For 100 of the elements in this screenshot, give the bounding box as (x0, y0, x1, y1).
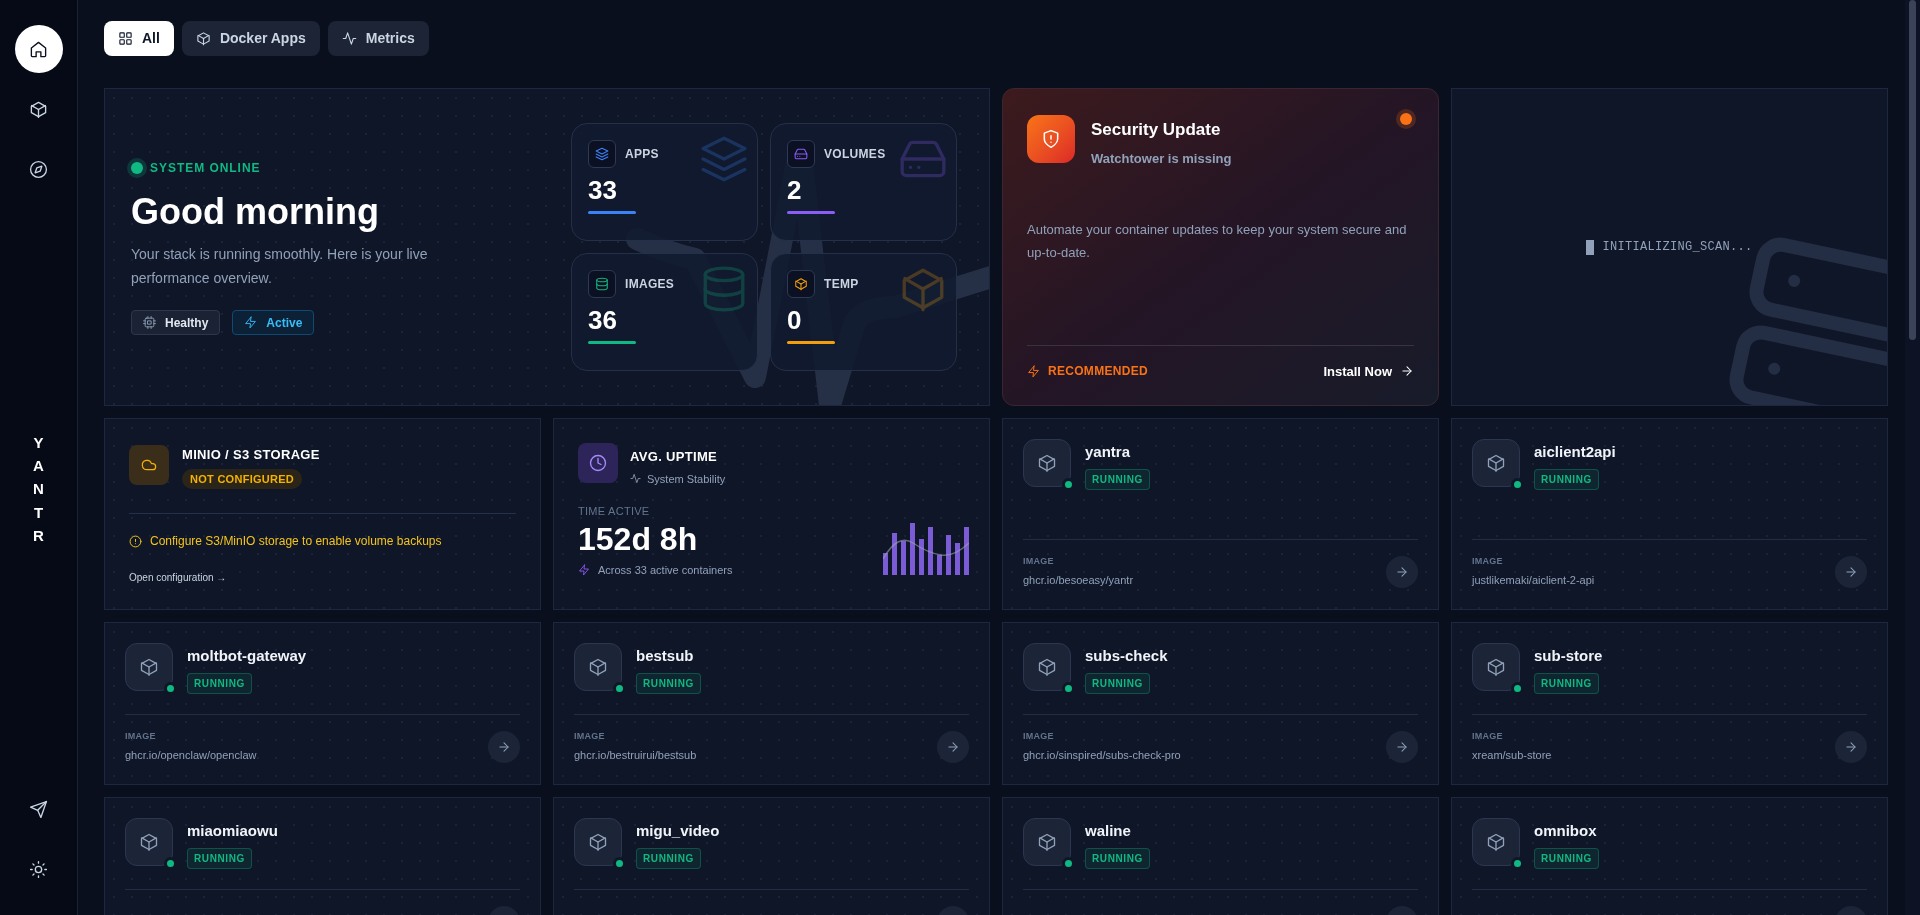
shield-alert-icon (1041, 129, 1061, 149)
stat-value: 2 (787, 174, 803, 206)
scan-status: INITIALIZING_SCAN... (1602, 239, 1753, 256)
home-icon (29, 39, 48, 59)
tab[interactable]: All (104, 21, 174, 56)
layers-icon (595, 147, 609, 161)
app-card[interactable]: yantra RUNNING IMAGE ghcr.io/besoeasy/yantr (1002, 418, 1439, 610)
cube-icon (1037, 832, 1057, 852)
cube-icon (588, 832, 608, 852)
app-name: miaomiaowu (187, 821, 278, 841)
status-badge: Active (232, 310, 315, 335)
image-label: IMAGE (1023, 729, 1055, 743)
cube-icon (588, 657, 608, 677)
scrollbar[interactable] (1905, 0, 1920, 915)
open-button[interactable] (1386, 555, 1418, 588)
app-name: bestsub (636, 646, 694, 666)
open-button[interactable] (1835, 555, 1867, 588)
status-badge: RUNNING (636, 847, 701, 869)
open-button[interactable] (1835, 730, 1867, 763)
app-card[interactable]: moltbot-gateway RUNNING IMAGE ghcr.io/openclaw/openclaw (104, 622, 541, 785)
cube-icon (1486, 832, 1506, 852)
cube-icon (139, 832, 159, 852)
image-label: IMAGE (125, 729, 157, 743)
app-name: migu_video (636, 821, 720, 841)
image-name: xream/sub-store (1472, 748, 1552, 763)
app-card[interactable]: bestsub RUNNING IMAGE ghcr.io/bestruirui/bestsub (553, 622, 990, 785)
cube-icon (195, 31, 211, 46)
status-badge: RUNNING (1085, 468, 1150, 490)
image-name: justlikemaki/aiclient-2-api (1472, 573, 1595, 588)
sun-icon (29, 859, 48, 879)
tab[interactable]: Metrics (327, 21, 429, 56)
image-name: ghcr.io/bestruirui/bestsub (574, 748, 697, 763)
image-name: ghcr.io/openclaw/openclaw (125, 748, 257, 763)
card-description: Automate your container updates to keep your system secure and up-to-date. (1027, 221, 1407, 262)
image-name: ghcr.io/besoeasy/yantr (1023, 573, 1134, 588)
open-button[interactable] (488, 730, 520, 763)
app-card[interactable]: migu_video RUNNING (553, 797, 990, 915)
send-icon (29, 799, 48, 819)
brand-logo: YANTR (32, 432, 45, 546)
lightning-icon (578, 563, 590, 576)
recommended-label: RECOMMENDED (1048, 363, 1148, 381)
greeting-title: Good morning (131, 190, 380, 234)
compass-icon (29, 159, 48, 179)
card-subtitle: System Stability (647, 471, 726, 487)
app-card[interactable]: subs-check RUNNING IMAGE ghcr.io/sinspired/subs-check-pro (1002, 622, 1439, 785)
stat-value: 33 (588, 174, 618, 206)
open-button[interactable] (1386, 730, 1418, 763)
app-card[interactable]: omnibox RUNNING (1451, 797, 1888, 915)
cube-icon (29, 99, 48, 119)
cube-icon (139, 657, 159, 677)
warning-icon (129, 534, 142, 548)
app-card[interactable]: waline RUNNING (1002, 797, 1439, 915)
app-name: subs-check (1085, 646, 1168, 666)
app-card[interactable]: aiclient2api RUNNING IMAGE justlikemaki/aiclient-2-api (1451, 418, 1888, 610)
status-badge: RUNNING (1534, 672, 1599, 694)
cursor-block (1586, 239, 1595, 255)
status-label: SYSTEM ONLINE (150, 160, 261, 177)
chip-icon (143, 316, 156, 329)
open-button[interactable] (937, 730, 969, 763)
card-title: Security Update (1091, 119, 1222, 141)
app-name: moltbot-gateway (187, 646, 307, 666)
status-badge: RUNNING (1534, 847, 1599, 869)
stat-label: TEMP (824, 276, 859, 293)
app-card[interactable]: miaomiaowu RUNNING (104, 797, 541, 915)
cube-icon (1037, 657, 1057, 677)
faint-layers-icon (699, 134, 749, 184)
uptime-value: 152d 8h (578, 519, 698, 558)
status-badge: RUNNING (187, 672, 252, 694)
card-title: MINIO / S3 STORAGE (182, 446, 320, 464)
app-name: aiclient2api (1534, 442, 1616, 462)
status-badge: NOT CONFIGURED (182, 468, 303, 489)
app-name: sub-store (1534, 646, 1603, 666)
install-link[interactable]: Install Now (1323, 361, 1414, 381)
nav-button[interactable] (14, 25, 63, 73)
lightning-icon (1027, 364, 1040, 378)
image-label: IMAGE (1472, 729, 1504, 743)
metric-label: TIME ACTIVE (578, 504, 650, 519)
status-badge: RUNNING (636, 672, 701, 694)
status-badge: Healthy (131, 310, 221, 335)
app-card[interactable]: sub-store RUNNING IMAGE xream/sub-store (1451, 622, 1888, 785)
cube-icon (1486, 657, 1506, 677)
arrow-right-icon (946, 739, 960, 754)
configuration-link[interactable]: Open configuration → (129, 570, 227, 585)
warning-text: Configure S3/MinIO storage to enable volume backups (150, 533, 442, 550)
stat-label: APPS (625, 146, 659, 163)
drive-icon (794, 147, 808, 161)
cloud-icon (141, 457, 157, 473)
stat-value: 0 (787, 304, 803, 336)
database-icon (595, 277, 609, 291)
activity-icon (630, 473, 641, 485)
card-subtitle: Watchtower is missing (1091, 149, 1232, 168)
cube-icon (794, 277, 808, 291)
status-badge: RUNNING (1534, 468, 1599, 490)
cube-icon (1486, 453, 1506, 473)
stat-label: IMAGES (625, 276, 675, 293)
app-name: waline (1085, 821, 1131, 841)
stat-label: VOLUMES (824, 146, 886, 163)
uptime-note: Across 33 active containers (598, 562, 733, 578)
tab[interactable]: Docker Apps (181, 21, 320, 56)
stat-value: 36 (588, 304, 618, 336)
